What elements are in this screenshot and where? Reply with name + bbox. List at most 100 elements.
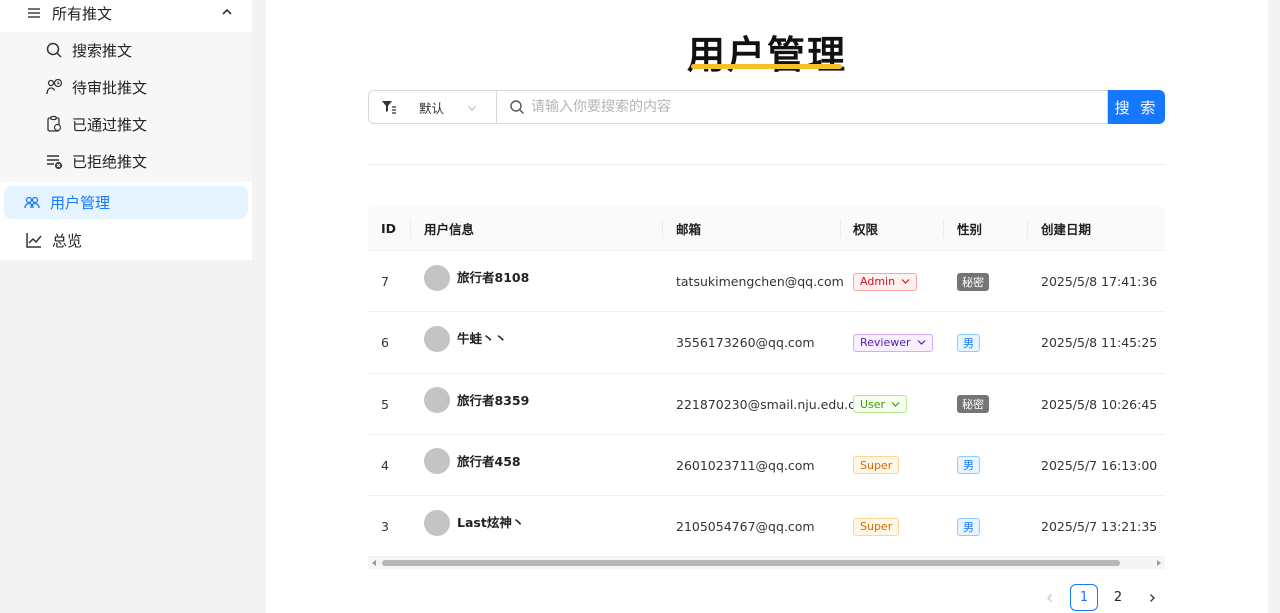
approved-clipboard-icon (44, 114, 64, 134)
cell-gender: 男 (957, 496, 980, 557)
gender-badge: 男 (957, 333, 980, 352)
table-row: 4 旅行者458 2601023711@qq.com Super 男 2025/5/7 1… (368, 435, 1165, 497)
users-icon (22, 193, 42, 213)
role-tag-label: Reviewer (860, 336, 911, 350)
users-table: ID 用户信息 邮箱 权限 性别 创建日期 7 旅行者8108 tatsukimen… (368, 206, 1165, 558)
sidebar-item-user-management[interactable]: 用户管理 (22, 186, 110, 219)
pagination-prev[interactable] (1036, 584, 1064, 611)
avatar (424, 448, 450, 475)
sidebar-item-label: 已拒绝推文 (72, 152, 148, 171)
column-header-role: 权限 (853, 222, 879, 237)
sidebar-submenu: 搜索推文 待审批推文 已通过推文 已拒绝推文 (0, 32, 252, 182)
role-tag[interactable]: Reviewer (853, 333, 933, 352)
sidebar-item-label: 已通过推文 (72, 115, 148, 134)
cell-created: 2025/5/7 13:21:35 (1041, 519, 1158, 535)
column-separator (943, 220, 944, 238)
sidebar-item-label: 总览 (52, 231, 83, 250)
role-tag-label: User (860, 397, 886, 411)
column-header-gender: 性别 (957, 222, 983, 237)
main-panel: 用户管理 默认 搜 索 ID 用户信息 邮箱 权限 性别 (266, 0, 1268, 613)
sidebar-item-label: 搜索推文 (72, 41, 133, 60)
cell-user: Last炫神丶 (424, 496, 524, 557)
cell-user: 旅行者458 (424, 435, 521, 496)
pagination-page-2[interactable]: 2 (1104, 584, 1132, 611)
cell-user: 牛蛙丶丶 (424, 312, 507, 373)
scroll-left-icon[interactable] (370, 559, 378, 567)
cell-gender: 秘密 (957, 374, 989, 435)
pagination-next[interactable] (1138, 584, 1166, 611)
page-title: 用户管理 (686, 33, 847, 77)
chevron-down-icon (917, 340, 925, 346)
cell-user: 旅行者8359 (424, 374, 529, 435)
column-separator (840, 220, 841, 238)
column-separator (1027, 220, 1028, 238)
filter-select-value: 默认 (419, 100, 445, 116)
cell-gender: 男 (957, 435, 980, 496)
role-tag-label: Admin (860, 275, 896, 288)
avatar (424, 509, 450, 536)
table-body: 7 旅行者8108 tatsukimengchen@qq.com Admin 秘密 202… (368, 251, 1165, 558)
horizontal-scrollbar[interactable] (368, 557, 1165, 569)
pagination-page-1[interactable]: 1 (1070, 584, 1098, 611)
search-bar: 默认 搜 索 (368, 90, 1165, 124)
chevron-left-icon (1047, 593, 1052, 602)
scrollbar-thumb[interactable] (382, 560, 1120, 566)
role-tag[interactable]: User (853, 395, 908, 414)
sidebar-menu: 所有推文 搜索推文 待审批推文 已通过推文 已拒绝推文 用户管理 总览 (0, 0, 252, 260)
column-header-user: 用户信息 (424, 222, 475, 237)
sidebar-item-rejected-posts[interactable]: 已拒绝推文 (44, 146, 244, 176)
sidebar-item-pending-posts[interactable]: 待审批推文 (44, 72, 244, 102)
cell-email: 3556173260@qq.com (676, 335, 815, 351)
sidebar-item-label: 用户管理 (50, 194, 111, 212)
sidebar-item-approved-posts[interactable]: 已通过推文 (44, 109, 244, 139)
cell-user: 旅行者8108 (424, 251, 529, 312)
filter-select[interactable]: 默认 (368, 90, 496, 124)
cell-role: Reviewer (853, 312, 933, 373)
table-row: 6 牛蛙丶丶 3556173260@qq.com Reviewer 男 2025/5/8 … (368, 312, 1165, 374)
avatar (424, 264, 450, 291)
sidebar: 所有推文 搜索推文 待审批推文 已通过推文 已拒绝推文 用户管理 总览 (0, 0, 252, 613)
cell-created: 2025/5/8 10:26:45 (1041, 396, 1158, 412)
cell-email: 2601023711@qq.com (676, 457, 815, 473)
search-input[interactable] (531, 99, 1091, 115)
role-tag: Super (853, 517, 900, 536)
user-name: Last炫神丶 (457, 515, 525, 531)
cell-id: 7 (381, 274, 389, 289)
cell-created: 2025/5/8 11:45:25 (1041, 335, 1158, 351)
cell-id: 3 (381, 519, 389, 535)
user-name: 旅行者8359 (457, 392, 530, 408)
line-chart-icon (24, 230, 44, 250)
menu-icon (24, 3, 44, 23)
cell-id: 6 (381, 335, 389, 351)
cell-email: tatsukimengchen@qq.com (676, 274, 844, 289)
gender-badge: 秘密 (957, 272, 989, 291)
table-row: 5 旅行者8359 221870230@smail.nju.edu.cn User 秘密… (368, 374, 1165, 435)
search-icon (510, 100, 524, 114)
avatar (424, 325, 450, 352)
sidebar-item-search-posts[interactable]: 搜索推文 (44, 35, 244, 65)
cell-gender: 男 (957, 312, 980, 373)
search-button[interactable]: 搜 索 (1108, 90, 1165, 124)
chevron-down-icon (901, 279, 910, 284)
column-separator (410, 220, 411, 238)
user-name: 旅行者8108 (457, 270, 530, 285)
user-name: 旅行者458 (457, 453, 521, 469)
cell-role: Admin (853, 251, 918, 312)
column-header-id: ID (381, 221, 397, 236)
rejected-list-icon (44, 151, 64, 171)
role-tag[interactable]: Admin (853, 272, 918, 291)
sidebar-group-all-posts[interactable]: 所有推文 (24, 0, 244, 26)
cell-created: 2025/5/7 16:13:00 (1041, 457, 1158, 473)
column-separator (662, 220, 663, 238)
scroll-right-icon[interactable] (1155, 559, 1163, 567)
sidebar-item-overview[interactable]: 总览 (24, 225, 82, 255)
right-gutter (1268, 0, 1280, 613)
cell-role: Super (853, 435, 900, 496)
role-tag-label: Super (860, 520, 893, 534)
avatar (424, 387, 450, 414)
table-row: 3 Last炫神丶 2105054767@qq.com Super 男 2025/5/7 … (368, 496, 1165, 558)
user-name: 牛蛙丶丶 (457, 331, 508, 347)
cell-role: User (853, 374, 908, 435)
chevron-up-icon[interactable] (220, 5, 234, 19)
cell-created: 2025/5/8 17:41:36 (1041, 274, 1158, 289)
